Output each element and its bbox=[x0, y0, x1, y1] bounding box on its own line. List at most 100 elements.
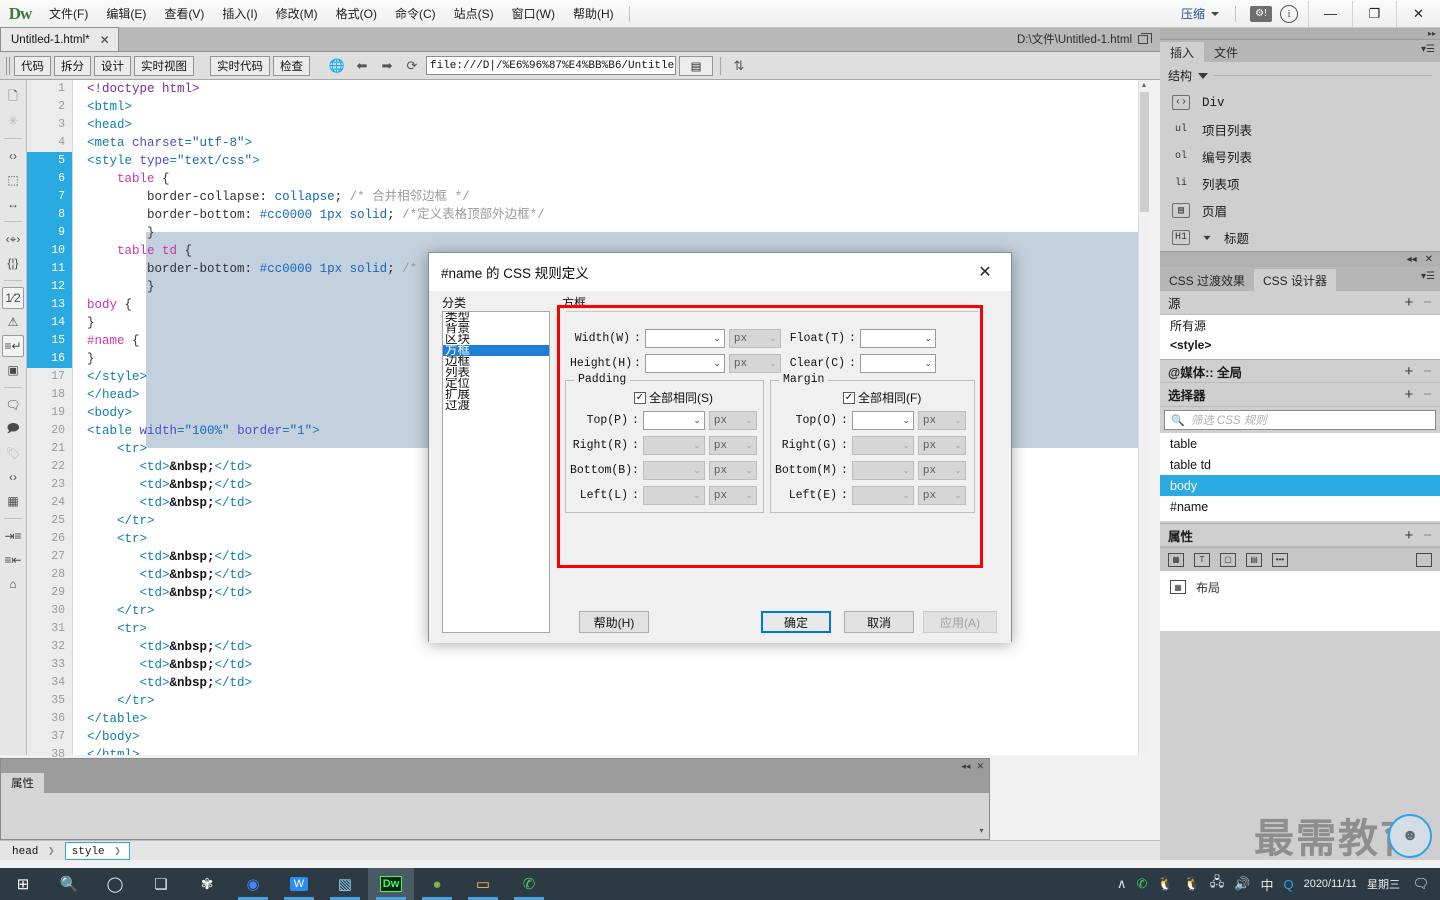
code-line[interactable]: <meta charset="utf-8"> bbox=[73, 134, 1149, 152]
float-select[interactable]: ⌄ bbox=[859, 329, 936, 348]
qq-browser-tray-icon[interactable]: Q bbox=[1283, 877, 1293, 892]
chevron-down-icon[interactable]: ⌄ bbox=[924, 358, 932, 369]
dock-collapse-bar[interactable]: ▸▸ bbox=[1160, 28, 1440, 40]
margin-input-0[interactable]: ⌄ bbox=[851, 411, 914, 430]
refresh-icon[interactable]: ⟳ bbox=[401, 56, 423, 76]
address-input[interactable]: file:///D|/%E6%96%87%E4%BB%B6/Untitled ▾ bbox=[426, 56, 676, 75]
volume-icon[interactable]: 🔊 bbox=[1234, 876, 1250, 892]
network-icon[interactable]: 🖧 bbox=[1210, 873, 1225, 895]
insert-item-0[interactable]: ‹› Div bbox=[1164, 89, 1440, 116]
selector-filter-input[interactable]: 🔍 筛选 CSS 规则 bbox=[1164, 410, 1436, 430]
insert-item-5[interactable]: H1 标题 bbox=[1164, 224, 1440, 251]
close-button[interactable]: ✕ bbox=[1396, 0, 1440, 27]
clear-select[interactable]: ⌄ bbox=[859, 354, 936, 373]
show-set-checkbox[interactable] bbox=[1416, 552, 1432, 567]
ok-button[interactable]: 确定 bbox=[761, 611, 831, 633]
code-line[interactable]: </body> bbox=[73, 728, 1149, 746]
chevron-down-icon[interactable]: ⌄ bbox=[713, 333, 721, 344]
remove-selector-button[interactable]: − bbox=[1423, 386, 1432, 403]
property-row-layout[interactable]: ▦ 布局 bbox=[1160, 577, 1440, 597]
remove-media-button[interactable]: − bbox=[1423, 363, 1432, 380]
expand-all-icon[interactable]: ↔ bbox=[2, 193, 24, 215]
code-scrollbar[interactable]: ▲ bbox=[1138, 80, 1149, 755]
recent-snippets-icon[interactable]: ‹› bbox=[2, 466, 24, 488]
add-selector-button[interactable]: + bbox=[1404, 386, 1413, 403]
collapse-full-tag-icon[interactable]: ‹› bbox=[2, 145, 24, 167]
taskbar-wps-icon[interactable]: W bbox=[276, 868, 322, 900]
line-numbers-icon[interactable]: 1⁄2 bbox=[2, 287, 24, 309]
remove-comment-icon[interactable]: 🗩 bbox=[2, 418, 24, 440]
code-line[interactable]: <td>&nbsp;</td> bbox=[73, 674, 1149, 692]
balance-braces-icon[interactable]: {¦} bbox=[2, 252, 24, 274]
globe-icon[interactable]: 🌐 bbox=[326, 56, 348, 76]
taskbar-task-view-icon[interactable]: ❏ bbox=[138, 868, 184, 900]
add-media-button[interactable]: + bbox=[1404, 363, 1413, 380]
tab-css-designer[interactable]: CSS 设计器 bbox=[1254, 269, 1337, 291]
margin-same-all-checkbox[interactable]: ✓ 全部相同(F) bbox=[843, 389, 921, 406]
category-item-1[interactable]: 背景 bbox=[443, 323, 549, 334]
ime-indicator[interactable]: 中 bbox=[1260, 875, 1273, 894]
apply-comment-icon[interactable]: 🗨 bbox=[2, 394, 24, 416]
code-line[interactable]: </table> bbox=[73, 710, 1149, 728]
menu-item-7[interactable]: 站点(S) bbox=[445, 0, 503, 28]
tab-insert[interactable]: 插入 bbox=[1160, 42, 1205, 62]
add-source-button[interactable]: + bbox=[1404, 294, 1413, 311]
inspect-button[interactable]: 检查 bbox=[273, 55, 310, 76]
insert-item-2[interactable]: ol 编号列表 bbox=[1164, 143, 1440, 170]
insert-item-3[interactable]: li 列表项 bbox=[1164, 170, 1440, 197]
remove-source-button[interactable]: − bbox=[1423, 294, 1432, 311]
tag-selector-style[interactable]: style ❯ bbox=[64, 841, 130, 860]
menu-item-2[interactable]: 查看(V) bbox=[155, 0, 213, 28]
menu-item-5[interactable]: 格式(O) bbox=[327, 0, 386, 28]
tab-css-transitions[interactable]: CSS 过渡效果 bbox=[1160, 269, 1254, 291]
add-property-button[interactable]: + bbox=[1404, 527, 1413, 544]
collapse-icon[interactable]: ◂◂ bbox=[1407, 254, 1417, 265]
restore-window-icon[interactable] bbox=[1138, 32, 1152, 44]
indent-code-icon[interactable]: ⇥≡ bbox=[2, 525, 24, 547]
height-input[interactable]: ⌄ bbox=[644, 354, 725, 373]
insert-item-4[interactable]: ▤ 页眉 bbox=[1164, 197, 1440, 224]
selector-item-3[interactable]: #name bbox=[1160, 496, 1440, 517]
insert-section-header[interactable]: 结构 bbox=[1160, 62, 1440, 89]
remove-property-button[interactable]: − bbox=[1423, 527, 1432, 544]
menu-item-9[interactable]: 帮助(H) bbox=[564, 0, 623, 28]
category-item-6[interactable]: 定位 bbox=[443, 378, 549, 389]
code-line[interactable]: </tr> bbox=[73, 692, 1149, 710]
padding-same-all-checkbox[interactable]: ✓ 全部相同(S) bbox=[634, 389, 713, 406]
dock-splitter[interactable]: ◂◂ ✕ bbox=[1160, 251, 1440, 267]
file-management-icon[interactable]: ⇅ bbox=[728, 56, 750, 76]
format-source-code-icon[interactable]: ⌂ bbox=[2, 573, 24, 595]
chevron-down-icon[interactable] bbox=[1198, 72, 1209, 79]
view-button-code[interactable]: 代码 bbox=[14, 55, 51, 76]
taskbar-start-icon[interactable]: ⊞ bbox=[0, 868, 46, 900]
move-css-rules-icon[interactable]: ▦ bbox=[2, 490, 24, 512]
taskbar-dreamweaver-icon[interactable]: Dw bbox=[368, 868, 414, 900]
view-button-live[interactable]: 实时视图 bbox=[134, 55, 194, 76]
scroll-up-icon[interactable]: ▲ bbox=[1139, 80, 1149, 91]
notifications-icon[interactable]: 🗨 bbox=[1410, 873, 1432, 895]
chevron-down-icon[interactable] bbox=[1203, 235, 1211, 240]
category-item-7[interactable]: 扩展 bbox=[443, 389, 549, 400]
tag-selector-head[interactable]: head ❯ bbox=[6, 843, 63, 859]
chevron-down-icon[interactable]: ⌄ bbox=[713, 358, 721, 369]
arrow-right-icon[interactable]: ➡ bbox=[376, 56, 398, 76]
gear-alert-icon[interactable]: ⚙! bbox=[1250, 5, 1272, 22]
close-icon[interactable]: ✕ bbox=[100, 33, 110, 47]
taskbar-cortana-icon[interactable]: ◯ bbox=[92, 868, 138, 900]
code-line[interactable]: <td>&nbsp;</td> bbox=[73, 656, 1149, 674]
padding-input-0[interactable]: ⌄ bbox=[642, 411, 705, 430]
menu-item-1[interactable]: 编辑(E) bbox=[97, 0, 155, 28]
insert-item-1[interactable]: ul 项目列表 bbox=[1164, 116, 1440, 143]
outdent-code-icon[interactable]: ≡⇤ bbox=[2, 549, 24, 571]
highlight-invalid-code-icon[interactable]: ⚠ bbox=[2, 311, 24, 333]
chevron-down-icon[interactable]: ⌄ bbox=[902, 415, 910, 426]
category-item-0[interactable]: 类型 bbox=[443, 312, 549, 323]
tab-properties[interactable]: 属性 bbox=[1, 773, 44, 793]
menu-item-6[interactable]: 命令(C) bbox=[386, 0, 445, 28]
category-item-5[interactable]: 列表 bbox=[443, 367, 549, 378]
category-item-4[interactable]: 边框 bbox=[443, 356, 549, 367]
select-parent-tag-icon[interactable]: ‹⌖› bbox=[2, 228, 24, 250]
list-view-icon[interactable]: ▤ bbox=[679, 55, 713, 76]
toolbar-grip[interactable] bbox=[6, 56, 11, 75]
selector-item-2[interactable]: body bbox=[1160, 475, 1440, 496]
